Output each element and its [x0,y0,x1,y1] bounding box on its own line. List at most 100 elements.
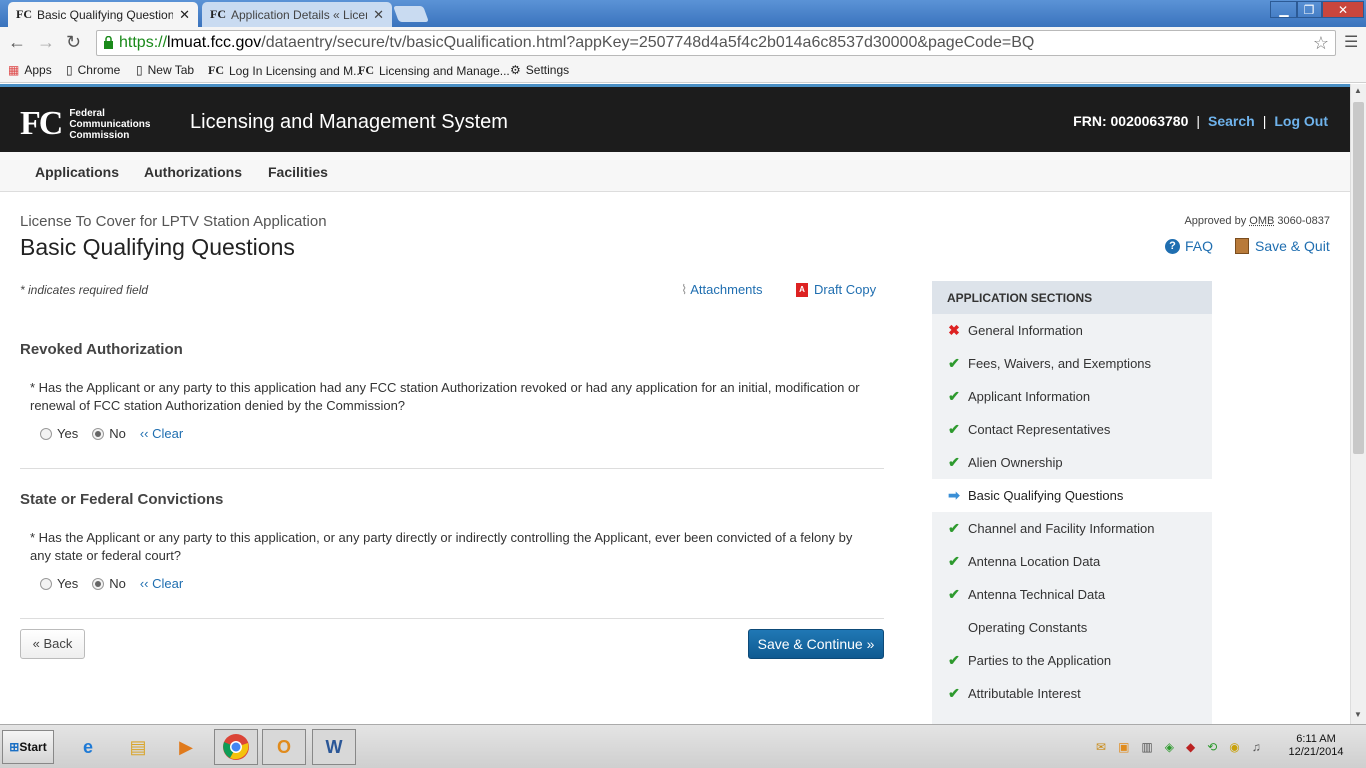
close-tab-icon[interactable]: ✕ [373,7,384,23]
word-icon[interactable]: W [312,729,356,765]
save-quit-label: Save & Quit [1255,238,1330,254]
close-window-icon[interactable]: ✕ [1322,1,1364,18]
scroll-down-icon[interactable]: ▼ [1354,710,1362,719]
section-item[interactable]: ✔ Alien Ownership [932,446,1212,479]
section-item[interactable]: ✔ Antenna Location Data [932,545,1212,578]
page-icon: ▯ [66,63,73,77]
bookmark-label: Apps [24,63,52,77]
mail-icon[interactable]: ✉ [1096,740,1106,754]
sections-heading: APPLICATION SECTIONS [932,281,1212,314]
check-icon: ✔ [948,454,960,470]
section-item-label: Basic Qualifying Questions [968,488,1124,503]
agency-line: Commission [69,129,130,141]
new-tab-button[interactable] [393,6,429,22]
chrome-logo [223,734,249,760]
scroll-thumb[interactable] [1353,102,1364,454]
section-item-label: Fees, Waivers, and Exemptions [968,356,1152,371]
section-item[interactable]: ✔ Antenna Technical Data [932,578,1212,611]
radio-label-yes[interactable]: Yes [57,426,78,441]
nav-authorizations[interactable]: Authorizations [144,164,242,180]
security-tray-icon[interactable]: ◆ [1186,740,1195,754]
section-item[interactable]: ✔ Parties to the Application [932,644,1212,677]
bookmark-new-tab[interactable]: ▯ New Tab [136,63,194,77]
internet-explorer-icon[interactable]: e [66,729,110,765]
draft-copy-link[interactable]: A Draft Copy [796,282,876,297]
check-icon: ✔ [948,586,960,602]
current-arrow-icon: ➡ [948,487,960,503]
bookmark-star-icon[interactable]: ☆ [1313,31,1329,55]
user-nav: FRN: 0020063780 | Search | Log Out [1073,113,1328,129]
bookmark-label: Chrome [77,63,121,77]
menu-icon[interactable]: ☰ [1344,32,1358,52]
clear-link[interactable]: ‹‹ Clear [140,576,183,591]
back-button[interactable]: « Back [20,629,85,659]
section-item[interactable]: ✔ Applicant Information [932,380,1212,413]
address-bar[interactable]: https://lmuat.fcc.gov/dataentry/secure/t… [96,30,1336,56]
logout-link[interactable]: Log Out [1274,113,1328,129]
radio-yes[interactable] [40,427,52,440]
radio-label-yes[interactable]: Yes [57,576,78,591]
section-item[interactable]: ✖ General Information [932,314,1212,347]
fcc-logo[interactable]: FC Federal Communications Commission [20,105,150,143]
draft-copy-label: Draft Copy [814,282,877,297]
faq-link[interactable]: ? FAQ [1165,238,1213,254]
nav-facilities[interactable]: Facilities [268,164,328,180]
tab-basic-qualifying[interactable]: FC Basic Qualifying Questions « ✕ [8,2,198,27]
page-scrollbar[interactable]: ▲ ▼ [1350,84,1366,724]
section-item[interactable]: ✔ Attributable Interest [932,677,1212,710]
outlook-tray-icon[interactable]: ▣ [1118,740,1129,754]
restore-icon[interactable]: ❐ [1296,1,1322,18]
radio-yes[interactable] [40,577,52,590]
back-arrow-icon[interactable]: ← [8,32,26,53]
scroll-up-icon[interactable]: ▲ [1354,86,1362,95]
bookmark-licensing[interactable]: FC Licensing and Manage... [358,63,510,78]
section-item[interactable]: ✔ Channel and Facility Information [932,512,1212,545]
attachments-label: Attachments [690,282,763,297]
section-item[interactable]: Operating Constants [932,611,1212,644]
outlook-icon[interactable]: O [262,729,306,765]
chrome-icon[interactable] [214,729,258,765]
save-continue-button[interactable]: Save & Continue » [748,629,884,659]
volume-icon[interactable]: ♫ [1252,740,1261,754]
section-item[interactable]: ✔ Fees, Waivers, and Exemptions [932,347,1212,380]
check-icon: ✔ [948,652,960,668]
sections-list: ✖ General Information ✔ Fees, Waivers, and … [932,314,1212,710]
reload-icon[interactable]: ↻ [66,32,81,53]
section-item[interactable]: ➡ Basic Qualifying Questions [932,479,1212,512]
radio-label-no[interactable]: No [109,576,126,591]
close-tab-icon[interactable]: ✕ [179,7,190,23]
section-item[interactable]: ✔ Contact Representatives [932,413,1212,446]
bookmark-settings[interactable]: ⚙ Settings [510,63,569,77]
radio-label-no[interactable]: No [109,426,126,441]
divider [20,618,884,619]
paperclip-icon: ⌇ [681,282,688,297]
minimize-icon[interactable]: ▁ [1270,1,1298,18]
start-button[interactable]: ⊞Start [2,730,54,764]
forward-arrow-icon[interactable]: → [37,32,55,53]
save-quit-link[interactable]: Save & Quit [1235,238,1330,254]
sync-tray-icon[interactable]: ⟲ [1207,740,1217,754]
tab-application-details[interactable]: FC Application Details « Licensin ✕ [202,2,392,27]
gear-icon: ⚙ [510,63,521,77]
application-sections-panel: APPLICATION SECTIONS ✖ General Informatio… [932,281,1212,724]
update-tray-icon[interactable]: ◉ [1229,740,1239,754]
check-icon: ✔ [948,685,960,701]
bookmark-log-in[interactable]: FC Log In Licensing and M... [208,63,363,78]
bookmark-chrome[interactable]: ▯ Chrome [66,63,120,77]
radio-no[interactable] [92,577,105,590]
bookmark-apps[interactable]: ▦ Apps [8,63,52,77]
attachments-link[interactable]: ⌇ Attachments [681,282,763,298]
network-tray-icon[interactable]: ▥ [1141,740,1152,754]
search-link[interactable]: Search [1208,113,1255,129]
radio-no[interactable] [92,427,105,440]
help-icon: ? [1165,238,1180,254]
nav-applications[interactable]: Applications [35,164,119,180]
clear-link[interactable]: ‹‹ Clear [140,426,183,441]
page-title: Basic Qualifying Questions [20,234,295,260]
shield-icon[interactable]: ◈ [1165,740,1174,754]
file-explorer-icon[interactable]: ▤ [116,729,160,765]
media-player-icon[interactable]: ▶ [164,729,208,765]
question-text: * Has the Applicant or any party to this… [30,380,860,413]
tab-label: Application Details « Licensin [231,7,367,22]
system-clock[interactable]: 6:11 AM 12/21/2014 [1285,733,1347,759]
